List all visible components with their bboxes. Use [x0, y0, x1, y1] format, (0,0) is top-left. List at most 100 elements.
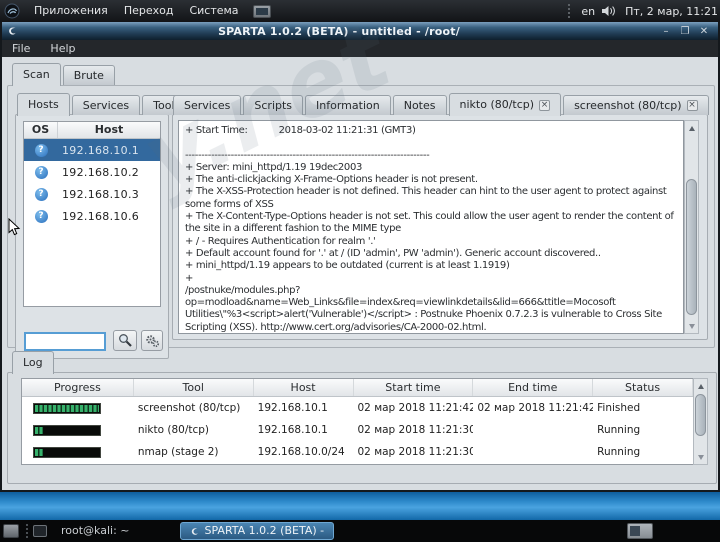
progress-bar — [33, 425, 101, 436]
nikto-output-area[interactable]: + Start Time: 2018-03-02 11:21:31 (GMT3)… — [178, 120, 684, 334]
sparta-app-icon — [6, 25, 18, 37]
close-tab-icon[interactable]: × — [687, 100, 698, 111]
log-col-status[interactable]: Status — [593, 379, 693, 396]
close-tab-icon[interactable]: × — [539, 100, 550, 111]
detail-scrollbar[interactable] — [684, 120, 699, 334]
log-start-time: 02 мар 2018 11:21:30 — [354, 446, 474, 458]
host-row[interactable]: ? 192.168.10.3 — [24, 183, 160, 205]
menubar: File Help — [2, 40, 718, 57]
tab-hosts[interactable]: Hosts — [17, 93, 70, 116]
filter-hosts-button[interactable] — [113, 330, 137, 351]
log-table-header[interactable]: Progress Tool Host Start time End time S… — [22, 379, 693, 397]
tab-services-left-label: Services — [83, 96, 129, 115]
log-end-time: 02 мар 2018 11:21:42 — [473, 402, 593, 414]
tab-brute-label: Brute — [74, 66, 104, 85]
host-address: 192.168.10.1 — [58, 144, 160, 157]
hosts-col-host[interactable]: Host — [58, 122, 160, 138]
menu-system[interactable]: Система — [181, 0, 246, 22]
hosts-filter-input[interactable] — [24, 332, 106, 351]
host-address: 192.168.10.3 — [58, 188, 160, 201]
tab-screenshot[interactable]: screenshot (80/tcp) × — [563, 95, 708, 115]
log-table: Progress Tool Host Start time End time S… — [21, 378, 693, 465]
screenshot-applet-icon[interactable] — [253, 5, 271, 18]
desktop-top-panel: Приложения Переход Система en Пт, 2 мар,… — [0, 0, 720, 22]
clock[interactable]: Пт, 2 мар, 11:21 — [619, 5, 720, 18]
scroll-down-icon[interactable] — [685, 319, 698, 333]
workspace-switcher[interactable] — [627, 523, 653, 539]
tab-information[interactable]: Information — [305, 95, 391, 115]
os-unknown-icon: ? — [35, 144, 48, 157]
tab-log[interactable]: Log — [12, 351, 54, 374]
hosts-table-header[interactable]: OS Host — [24, 122, 160, 139]
log-host: 192.168.10.1 — [254, 424, 354, 436]
detail-scrollbar-thumb[interactable] — [686, 179, 697, 315]
tab-brute[interactable]: Brute — [63, 65, 115, 85]
tab-scan-label: Scan — [23, 64, 50, 86]
tab-nikto[interactable]: nikto (80/tcp) × — [449, 93, 562, 116]
log-col-progress[interactable]: Progress — [22, 379, 134, 396]
log-col-host[interactable]: Host — [254, 379, 354, 396]
menu-places[interactable]: Переход — [116, 0, 182, 22]
tab-nikto-label: nikto (80/tcp) — [460, 94, 535, 116]
kali-menu-icon[interactable] — [4, 3, 20, 19]
keyboard-layout-indicator[interactable]: en — [577, 5, 599, 18]
terminal-window-icon[interactable] — [33, 525, 47, 537]
log-row[interactable]: nmap (stage 2) 192.168.10.0/24 02 мар 20… — [22, 441, 693, 463]
tab-hosts-label: Hosts — [28, 94, 59, 116]
hosts-table: OS Host ? 192.168.10.1 ? 192.168.10.2 ? … — [23, 121, 161, 307]
tab-services[interactable]: Services — [173, 95, 241, 115]
window-title: SPARTA 1.0.2 (BETA) - untitled - /root/ — [18, 25, 660, 38]
show-desktop-icon[interactable] — [3, 524, 19, 538]
log-status: Running — [593, 424, 693, 436]
close-button[interactable]: ✕ — [698, 26, 710, 37]
log-col-tool[interactable]: Tool — [134, 379, 254, 396]
menu-file[interactable]: File — [2, 42, 40, 55]
mouse-cursor — [8, 218, 21, 241]
host-address: 192.168.10.2 — [58, 166, 160, 179]
tab-scripts[interactable]: Scripts — [243, 95, 303, 115]
log-col-start[interactable]: Start time — [354, 379, 474, 396]
magnifier-icon — [118, 333, 133, 348]
hosts-panel: OS Host ? 192.168.10.1 ? 192.168.10.2 ? … — [15, 114, 169, 359]
tab-scan[interactable]: Scan — [12, 63, 61, 86]
tab-services-label: Services — [184, 96, 230, 115]
log-scrollbar-thumb[interactable] — [695, 394, 706, 436]
log-status: Finished — [593, 402, 693, 414]
main-tabrow: Scan Brute — [12, 62, 115, 86]
log-col-end[interactable]: End time — [473, 379, 593, 396]
log-tabrow: Log — [12, 350, 54, 374]
taskbar-item-sparta[interactable]: SPARTA 1.0.2 (BETA) - untitl... — [180, 522, 334, 540]
taskbar: root@kali: ~ SPARTA 1.0.2 (BETA) - untit… — [0, 520, 720, 542]
log-scrollbar[interactable] — [693, 378, 708, 465]
detail-tabrow: Services Scripts Information Notes nikto… — [173, 92, 709, 116]
tab-screenshot-label: screenshot (80/tcp) — [574, 96, 681, 115]
progress-bar — [33, 403, 101, 414]
log-status: Running — [593, 446, 693, 458]
log-row[interactable]: screenshot (80/tcp) 192.168.10.1 02 мар … — [22, 397, 693, 419]
minimize-button[interactable]: – — [660, 26, 672, 37]
maximize-button[interactable]: ❐ — [679, 26, 691, 37]
taskbar-item-terminal[interactable]: root@kali: ~ — [53, 522, 138, 540]
scroll-down-icon[interactable] — [694, 450, 707, 464]
tab-notes[interactable]: Notes — [393, 95, 447, 115]
menu-applications[interactable]: Приложения — [26, 0, 116, 22]
log-row[interactable]: nikto (80/tcp) 192.168.10.1 02 мар 2018 … — [22, 419, 693, 441]
menu-help[interactable]: Help — [40, 42, 85, 55]
sparta-window: SPARTA 1.0.2 (BETA) - untitled - /root/ … — [0, 22, 720, 492]
host-row[interactable]: ? 192.168.10.2 — [24, 161, 160, 183]
log-start-time: 02 мар 2018 11:21:30 — [354, 424, 474, 436]
sparta-app-icon — [189, 526, 200, 537]
host-actions-button[interactable] — [141, 330, 163, 351]
log-tool: nikto (80/tcp) — [134, 424, 254, 436]
hosts-col-os[interactable]: OS — [24, 122, 58, 138]
window-titlebar[interactable]: SPARTA 1.0.2 (BETA) - untitled - /root/ … — [2, 22, 718, 40]
host-row[interactable]: ? 192.168.10.6 — [24, 205, 160, 227]
log-panel: Progress Tool Host Start time End time S… — [7, 372, 717, 484]
scroll-up-icon[interactable] — [685, 121, 698, 135]
tab-services-left[interactable]: Services — [72, 95, 140, 115]
hosts-tabrow: Hosts Services Tools — [17, 92, 191, 116]
scroll-up-icon[interactable] — [694, 379, 707, 393]
host-row[interactable]: ? 192.168.10.1 — [24, 139, 160, 161]
log-tool: screenshot (80/tcp) — [134, 402, 254, 414]
volume-icon[interactable] — [602, 5, 616, 17]
